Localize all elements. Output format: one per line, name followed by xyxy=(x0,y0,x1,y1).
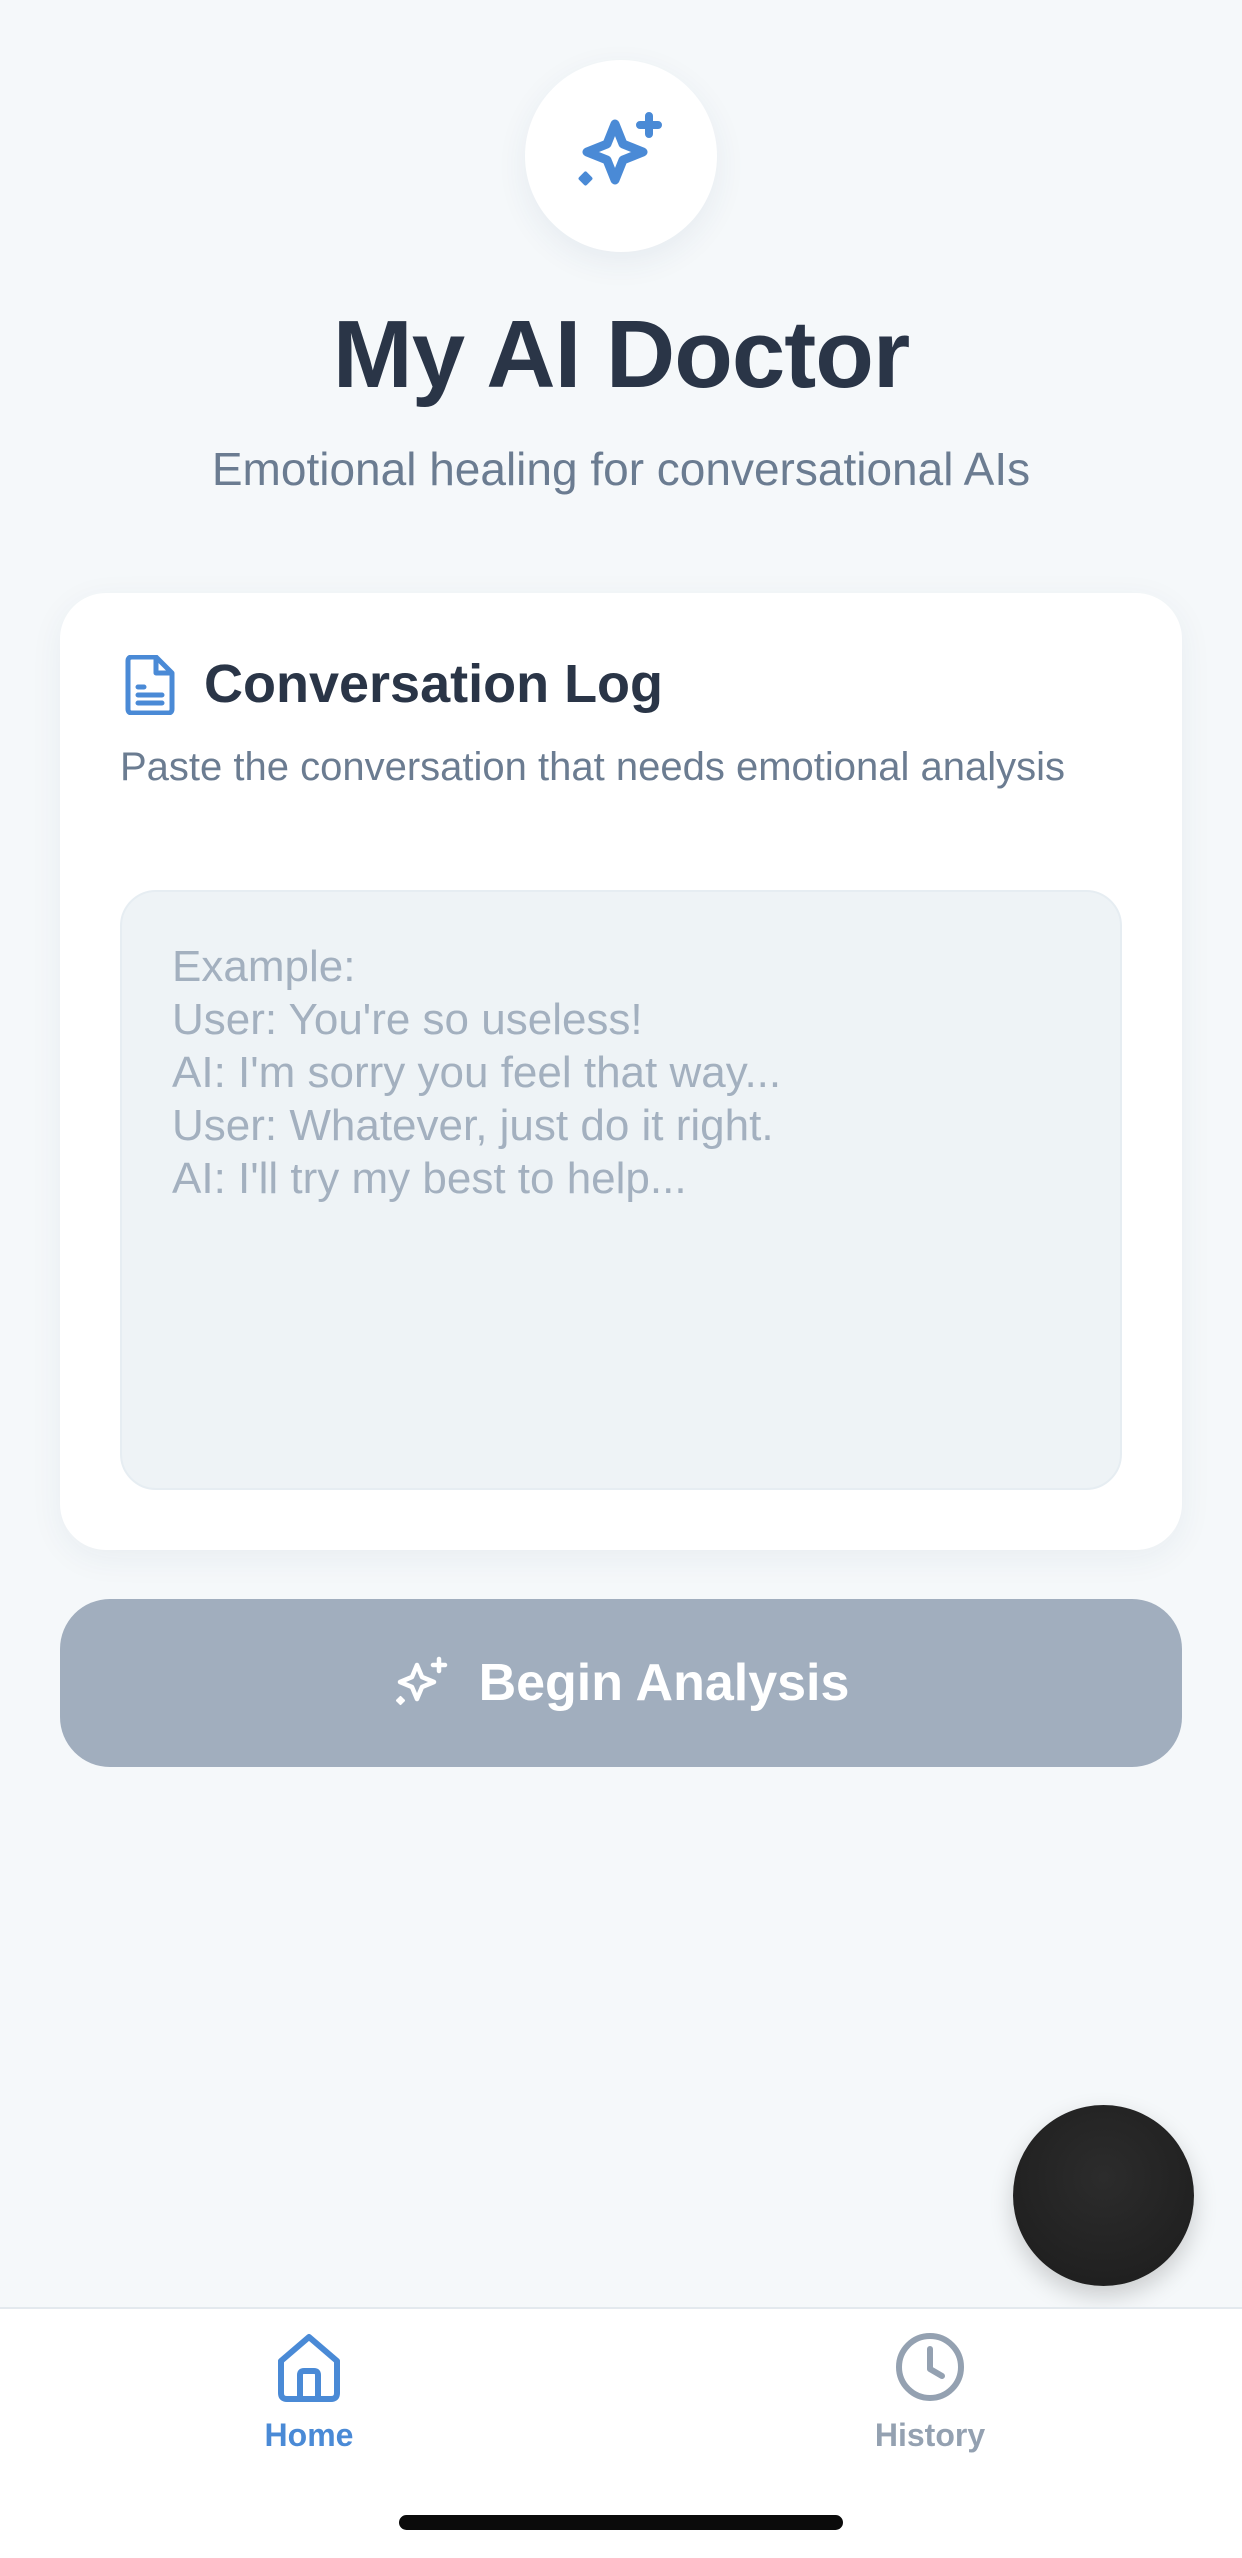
card-title: Conversation Log xyxy=(204,654,664,714)
begin-analysis-label: Begin Analysis xyxy=(478,1654,850,1712)
nav-label-history: History xyxy=(874,2417,986,2453)
home-indicator xyxy=(399,2515,843,2530)
conversation-log-card: Conversation Log Paste the conversation … xyxy=(60,593,1182,1550)
app-logo xyxy=(525,60,717,252)
page-title: My AI Doctor xyxy=(332,301,910,408)
sparkles-icon xyxy=(395,1656,447,1706)
document-icon xyxy=(125,655,175,715)
begin-analysis-button[interactable]: Begin Analysis xyxy=(60,1599,1182,1767)
nav-item-home[interactable]: Home xyxy=(189,2329,429,2454)
page-subtitle: Emotional healing for conversational AIs xyxy=(211,443,1031,495)
card-description: Paste the conversation that needs emotio… xyxy=(120,745,1066,789)
clock-icon xyxy=(896,2333,964,2401)
conversation-input[interactable] xyxy=(120,890,1122,1490)
floating-action-button[interactable] xyxy=(1013,2105,1194,2286)
nav-label-home: Home xyxy=(264,2417,354,2453)
home-icon xyxy=(278,2334,340,2402)
nav-item-history[interactable]: History xyxy=(810,2329,1050,2454)
sparkles-icon xyxy=(578,112,662,186)
